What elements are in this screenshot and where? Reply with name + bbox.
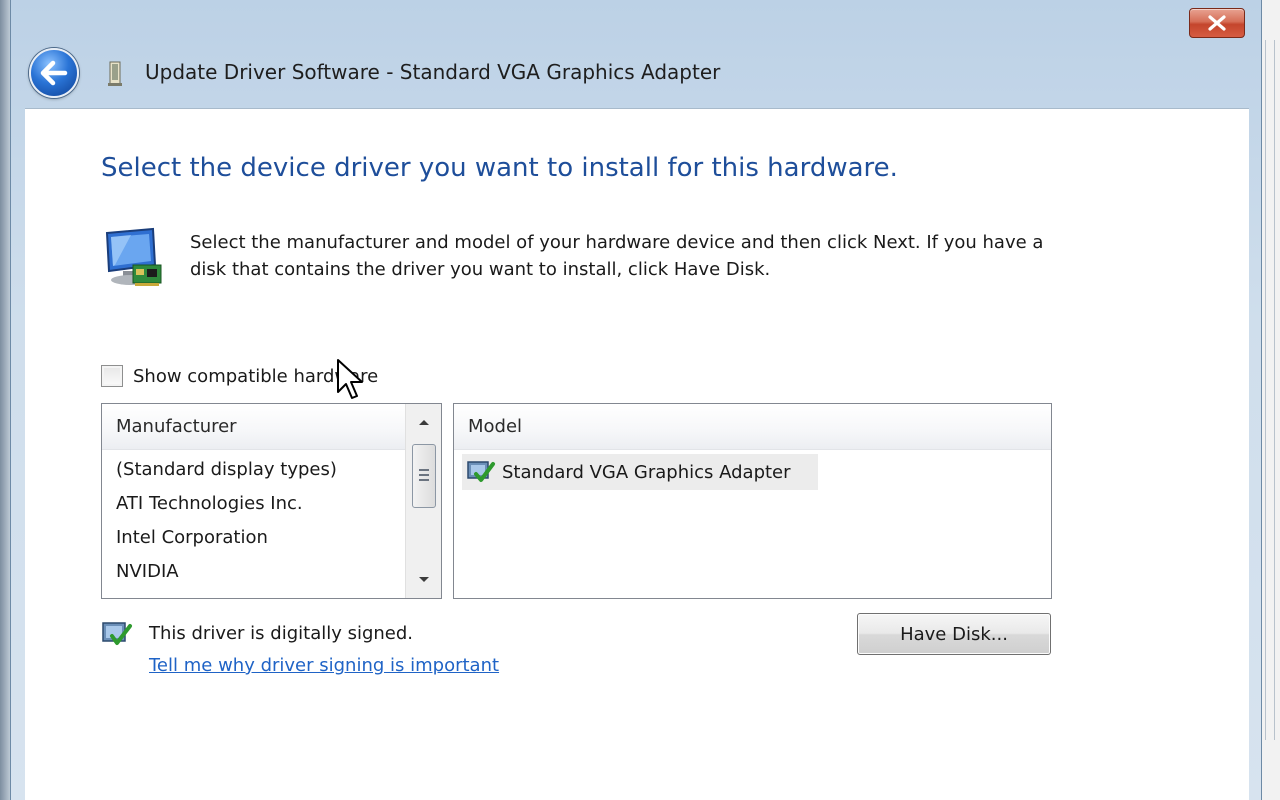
signing-status-text: This driver is digitally signed. (149, 623, 414, 644)
update-driver-dialog: Update Driver Software - Standard VGA Gr… (10, 0, 1262, 800)
instructions-text: Select the manufacturer and model of you… (190, 232, 1044, 280)
model-item[interactable]: Standard VGA Graphics Adapter (462, 454, 818, 490)
arrow-down-icon (418, 577, 429, 582)
dialog-content: Select the device driver you want to ins… (25, 108, 1249, 800)
manufacturer-item[interactable]: NVIDIA (102, 556, 441, 590)
digitally-signed-icon (102, 622, 132, 645)
show-compatible-checkbox[interactable] (101, 365, 123, 387)
scroll-up-button[interactable] (406, 408, 441, 436)
model-column-header[interactable]: Model (454, 404, 1051, 450)
scroll-thumb[interactable] (412, 444, 436, 508)
page-heading: Select the device driver you want to ins… (101, 153, 898, 183)
device-icon (108, 61, 122, 86)
signed-driver-icon (467, 461, 495, 482)
grip-icon (419, 469, 429, 483)
driver-signing-link[interactable]: Tell me why driver signing is important (149, 655, 499, 676)
manufacturer-scrollbar[interactable] (405, 404, 441, 598)
mouse-cursor-icon (337, 359, 363, 399)
model-item-label: Standard VGA Graphics Adapter (502, 461, 791, 483)
manufacturer-item[interactable]: Intel Corporation (102, 522, 441, 556)
manufacturer-item[interactable]: (Standard display types) (102, 454, 441, 488)
back-button[interactable] (29, 48, 79, 98)
manufacturer-column-header[interactable]: Manufacturer (102, 404, 405, 450)
hardware-monitor-icon (105, 227, 162, 286)
manufacturer-listbox[interactable]: Manufacturer (Standard display types) AT… (101, 403, 442, 599)
background-window-right (1260, 0, 1280, 800)
window-title: Update Driver Software - Standard VGA Gr… (145, 60, 721, 84)
have-disk-button[interactable]: Have Disk... (857, 613, 1051, 655)
scroll-down-button[interactable] (406, 566, 441, 594)
back-arrow-icon (40, 60, 68, 86)
arrow-up-icon (418, 420, 429, 425)
close-button[interactable] (1189, 8, 1245, 38)
model-listbox[interactable]: Model Standard VGA Graphics Adapter (453, 403, 1052, 599)
manufacturer-item[interactable]: ATI Technologies Inc. (102, 488, 441, 522)
close-icon (1208, 15, 1226, 31)
